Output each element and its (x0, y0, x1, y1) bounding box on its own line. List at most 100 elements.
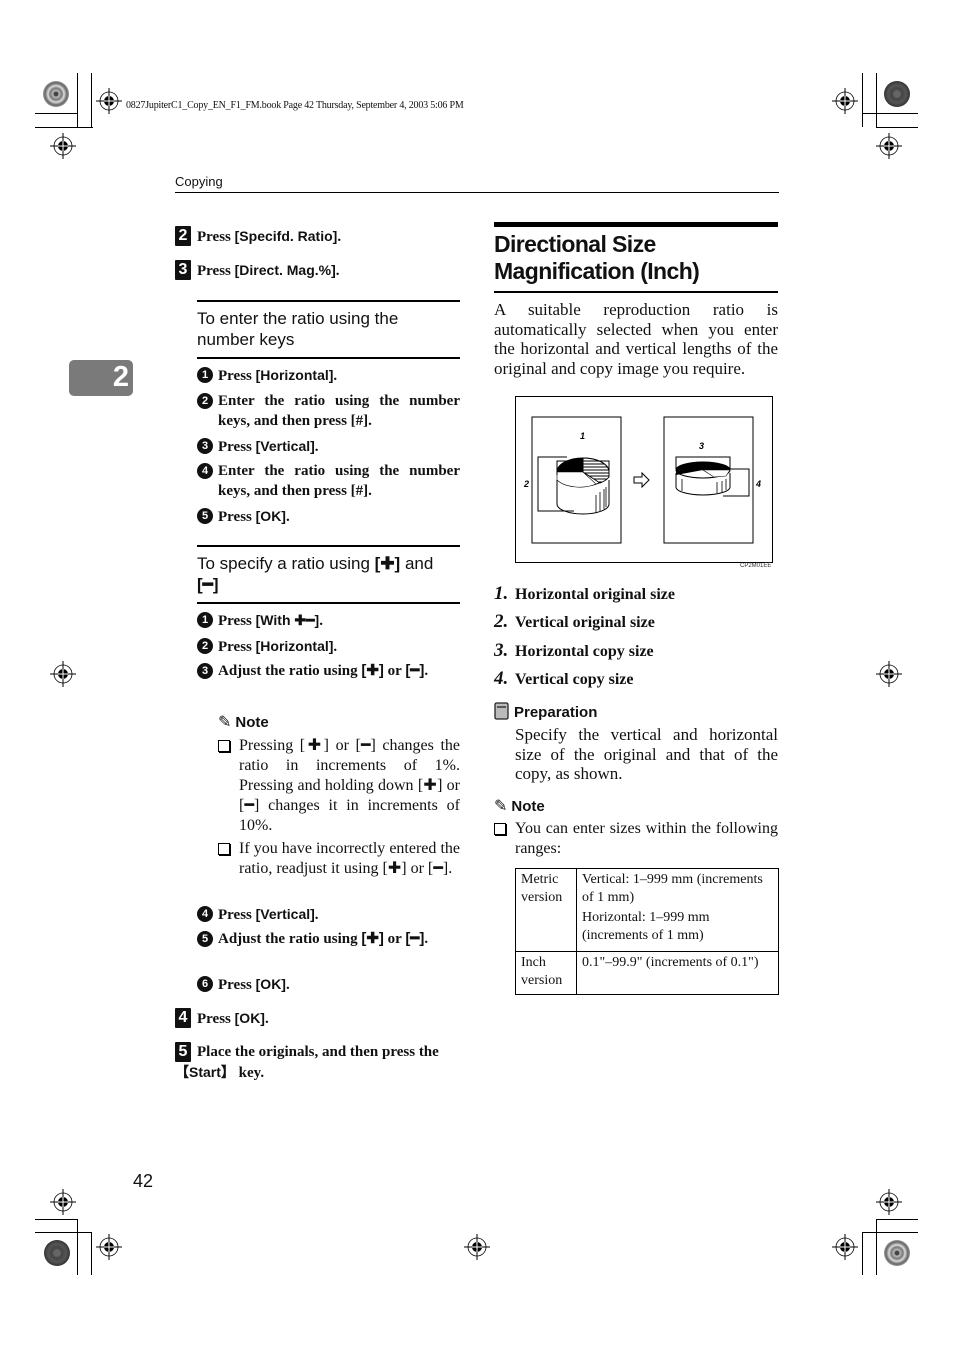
key-label: [Vertical] (255, 438, 315, 454)
intro-paragraph: A suitable reproduction ratio is automat… (494, 300, 778, 379)
step: 2 Press [Specifd. Ratio]. (175, 226, 341, 247)
legend-number: 2. (494, 611, 509, 632)
step: 3 Press [Direct. Mag.%]. (175, 260, 340, 281)
color-target-icon (43, 81, 69, 107)
dimension-label: 1 (580, 431, 585, 441)
crop-line (77, 1219, 78, 1275)
crop-line (862, 1232, 918, 1233)
crop-line (35, 1232, 91, 1233)
sub-step: 3 Adjust the ratio using [✚] or [━]. (197, 661, 460, 681)
section-title: Directional Size Magnification (Inch) (494, 231, 700, 284)
crop-line (35, 1219, 77, 1220)
step: 4 Press [OK]. (175, 1008, 269, 1029)
title-rule (494, 291, 778, 293)
registration-mark-icon (876, 1189, 902, 1215)
registration-mark-icon (96, 1234, 122, 1260)
preparation-text: Specify the vertical and horizontal size… (515, 725, 778, 784)
plus-key-icon: [✚] (361, 662, 384, 679)
note-heading: ✎ Note (494, 798, 545, 815)
step-number: 4 (175, 1008, 191, 1028)
sub-step: 1 Press [With ✚━]. (197, 610, 460, 631)
range-cell: Vertical: 1–999 mm (increments of 1 mm) … (576, 868, 779, 952)
key-label: [OK] (255, 508, 286, 524)
version-cell: Inch version (515, 951, 577, 995)
key-label: [Direct. Mag.%] (234, 262, 336, 278)
sub-step: 4 Enter the ratio using the number keys, … (197, 461, 460, 501)
checkbox-bullet-icon (218, 843, 230, 855)
key-label: [Specifd. Ratio] (234, 228, 338, 244)
circled-number: 3 (197, 663, 213, 679)
hollow-right-arrow-icon (633, 471, 650, 489)
size-ranges-table: Metric version Vertical: 1–999 mm (incre… (515, 868, 779, 995)
crop-line (78, 127, 92, 128)
pencil-icon: ✎ (494, 798, 508, 815)
sub-step: 2 Press [Horizontal]. (197, 636, 460, 657)
subsection-heading: To enter the ratio using the number keys (197, 300, 460, 359)
sub-step: 5 Adjust the ratio using [✚] or [━]. (197, 929, 460, 949)
dimension-label: 4 (755, 479, 761, 489)
registration-mark-icon (832, 88, 858, 114)
registration-mark-icon (876, 661, 902, 687)
sub-step: 6 Press [OK]. (197, 974, 460, 995)
note-heading: ✎ Note (218, 714, 269, 731)
checkbox-bullet-icon (218, 740, 230, 752)
title-rule (494, 222, 778, 227)
registration-mark-icon (832, 1234, 858, 1260)
page-number: 42 (133, 1171, 154, 1191)
original-pie-cylinder (556, 457, 610, 515)
registration-mark-icon (876, 133, 902, 159)
header-rule (175, 192, 779, 193)
key-label: [Horizontal] (255, 638, 334, 654)
minus-key-icon: [━] (405, 662, 425, 679)
color-target-icon (884, 81, 910, 107)
legend-item: 1. Horizontal original size (494, 583, 675, 604)
dimension-label: 3 (699, 441, 704, 451)
note-bullet: You can enter sizes within the following… (494, 819, 778, 859)
sub-step: 3 Press [Vertical]. (197, 436, 460, 457)
crop-line (35, 113, 77, 114)
running-head: Copying (175, 174, 223, 189)
preparation-heading: Preparation (494, 702, 597, 722)
legend-item: 2. Vertical original size (494, 611, 655, 632)
plus-key-icon: [✚] (361, 930, 384, 947)
step-number: 5 (175, 1042, 191, 1062)
crop-line (77, 73, 78, 127)
color-target-icon (44, 1240, 70, 1266)
circled-number: 4 (197, 463, 213, 479)
circled-number: 4 (197, 906, 213, 922)
legend-number: 1. (494, 583, 509, 604)
legend-item: 4. Vertical copy size (494, 668, 634, 689)
crop-line (876, 73, 877, 127)
sub-step: 5 Press [OK]. (197, 506, 460, 527)
step-number: 2 (175, 226, 191, 246)
print-info: 0827JupiterC1_Copy_EN_F1_FM.book Page 42… (126, 100, 464, 111)
legend-number: 3. (494, 640, 509, 661)
crop-line (862, 73, 863, 127)
sub-step: 2 Enter the ratio using the number keys, … (197, 391, 460, 431)
circled-number: 1 (197, 612, 213, 628)
version-cell: Metric version (515, 868, 577, 952)
crop-line (862, 113, 918, 114)
plus-key-icon: [✚] (374, 554, 401, 573)
sub-step: 1 Press [Horizontal]. (197, 365, 460, 386)
circled-number: 6 (197, 976, 213, 992)
sub-step: 4 Press [Vertical]. (197, 904, 460, 925)
circled-number: 3 (197, 438, 213, 454)
circled-number: 2 (197, 393, 213, 409)
chapter-tab: 2 (69, 360, 133, 396)
step-number: 3 (175, 260, 191, 280)
key-label: [Horizontal] (255, 367, 334, 383)
crop-line (862, 1232, 863, 1275)
chapter-number: 2 (112, 361, 129, 393)
crop-line (91, 73, 92, 128)
checkbox-bullet-icon (494, 823, 506, 835)
step: 5 Place the originals, and then press the… (175, 1042, 439, 1081)
legend-item: 3. Horizontal copy size (494, 640, 654, 661)
key-label: [Vertical] (255, 906, 315, 922)
registration-mark-icon (50, 1189, 76, 1215)
key-label: [With ✚━] (255, 612, 320, 628)
legend-number: 4. (494, 668, 509, 689)
copy-pie-cylinder (675, 461, 731, 496)
registration-mark-icon (50, 661, 76, 687)
note-bullet: If you have incorrectly entered the rati… (218, 839, 460, 879)
